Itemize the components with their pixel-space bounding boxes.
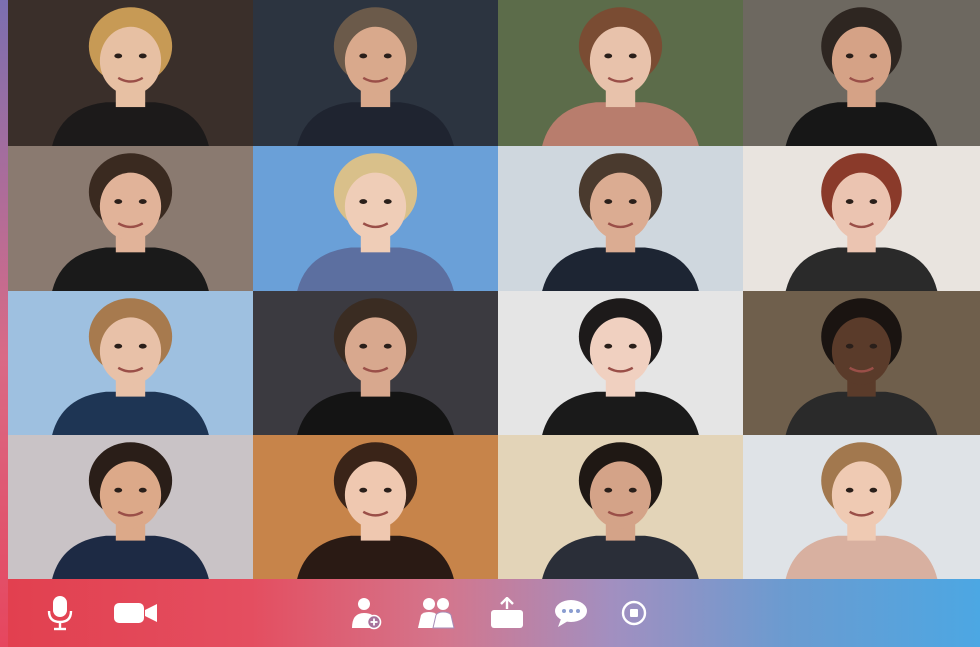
participant-eye <box>604 343 613 349</box>
participants-button[interactable] <box>412 595 460 631</box>
video-call-app <box>0 0 980 647</box>
participant-face <box>589 317 652 385</box>
record-icon <box>621 600 647 626</box>
participant-eye <box>869 487 878 493</box>
participant-eye <box>114 53 123 59</box>
participant-tile[interactable] <box>743 435 980 579</box>
participant-face <box>831 317 892 385</box>
participant-video <box>8 0 253 146</box>
participant-eye <box>604 53 613 59</box>
participant-eye <box>359 343 368 349</box>
participant-tile[interactable] <box>253 146 498 291</box>
participant-tile[interactable] <box>498 0 743 146</box>
participant-eye <box>628 53 637 59</box>
participant-video <box>498 146 743 291</box>
participant-eye <box>845 199 854 204</box>
participant-tile[interactable] <box>8 435 253 579</box>
participant-face <box>99 461 162 529</box>
participant-eye <box>383 343 392 349</box>
participant-face <box>99 26 162 95</box>
participant-video <box>498 435 743 579</box>
participant-eye <box>845 343 854 349</box>
invite-participant-button[interactable] <box>346 595 386 631</box>
record-button[interactable] <box>614 595 654 631</box>
participant-face <box>589 172 652 241</box>
participant-video <box>743 291 980 435</box>
participant-video <box>743 435 980 579</box>
participant-face <box>589 26 652 95</box>
participant-tile[interactable] <box>8 0 253 146</box>
participant-video <box>743 146 980 291</box>
participant-face <box>344 26 407 95</box>
participant-video <box>8 435 253 579</box>
participant-tile[interactable] <box>743 146 980 291</box>
participant-tile[interactable] <box>8 291 253 435</box>
add-user-icon <box>352 598 382 630</box>
participant-eye <box>869 53 878 59</box>
participant-tile[interactable] <box>8 146 253 291</box>
participant-eye <box>628 199 637 204</box>
participant-eye <box>845 53 854 59</box>
participant-face <box>344 461 407 529</box>
participant-tile[interactable] <box>253 291 498 435</box>
microphone-icon <box>47 596 73 631</box>
participant-face <box>831 26 892 95</box>
participant-video <box>498 0 743 146</box>
participant-eye <box>383 199 392 204</box>
participant-tile[interactable] <box>743 291 980 435</box>
participant-video <box>498 291 743 435</box>
participant-eye <box>628 343 637 349</box>
participant-eye <box>604 487 613 493</box>
participant-face <box>831 461 892 529</box>
participant-tile[interactable] <box>498 291 743 435</box>
participant-face <box>831 172 892 241</box>
participant-face <box>344 317 407 385</box>
participant-grid <box>8 0 980 579</box>
participant-eye <box>383 53 392 59</box>
participant-eye <box>359 199 368 204</box>
participant-eye <box>138 199 147 204</box>
participant-tile[interactable] <box>498 146 743 291</box>
participant-eye <box>359 53 368 59</box>
participant-face <box>99 317 162 385</box>
video-camera-icon <box>114 603 157 623</box>
participant-eye <box>114 199 123 204</box>
participant-eye <box>869 343 878 349</box>
call-toolbar <box>8 579 980 647</box>
participants-icon <box>418 598 455 629</box>
chat-icon <box>555 600 587 627</box>
participant-video <box>253 0 498 146</box>
participant-video <box>253 146 498 291</box>
participant-eye <box>869 199 878 204</box>
participant-eye <box>138 53 147 59</box>
participant-video <box>743 0 980 146</box>
participant-video <box>253 435 498 579</box>
participant-eye <box>114 343 123 349</box>
share-screen-button[interactable] <box>484 595 530 631</box>
participant-tile[interactable] <box>253 0 498 146</box>
participant-tile[interactable] <box>498 435 743 579</box>
participant-face <box>589 461 652 529</box>
microphone-button[interactable] <box>40 595 80 631</box>
chat-button[interactable] <box>548 595 594 631</box>
share-screen-icon <box>491 597 523 628</box>
participant-eye <box>138 487 147 493</box>
participant-face <box>99 172 162 241</box>
participant-tile[interactable] <box>253 435 498 579</box>
participant-eye <box>114 487 123 493</box>
participant-tile[interactable] <box>743 0 980 146</box>
participant-eye <box>359 487 368 493</box>
participant-video <box>8 291 253 435</box>
participant-eye <box>383 487 392 493</box>
participant-eye <box>628 487 637 493</box>
participant-video <box>8 146 253 291</box>
participant-face <box>344 172 407 241</box>
participant-eye <box>138 343 147 349</box>
participant-video <box>253 291 498 435</box>
participant-eye <box>845 487 854 493</box>
camera-button[interactable] <box>110 595 162 631</box>
participant-eye <box>604 199 613 204</box>
